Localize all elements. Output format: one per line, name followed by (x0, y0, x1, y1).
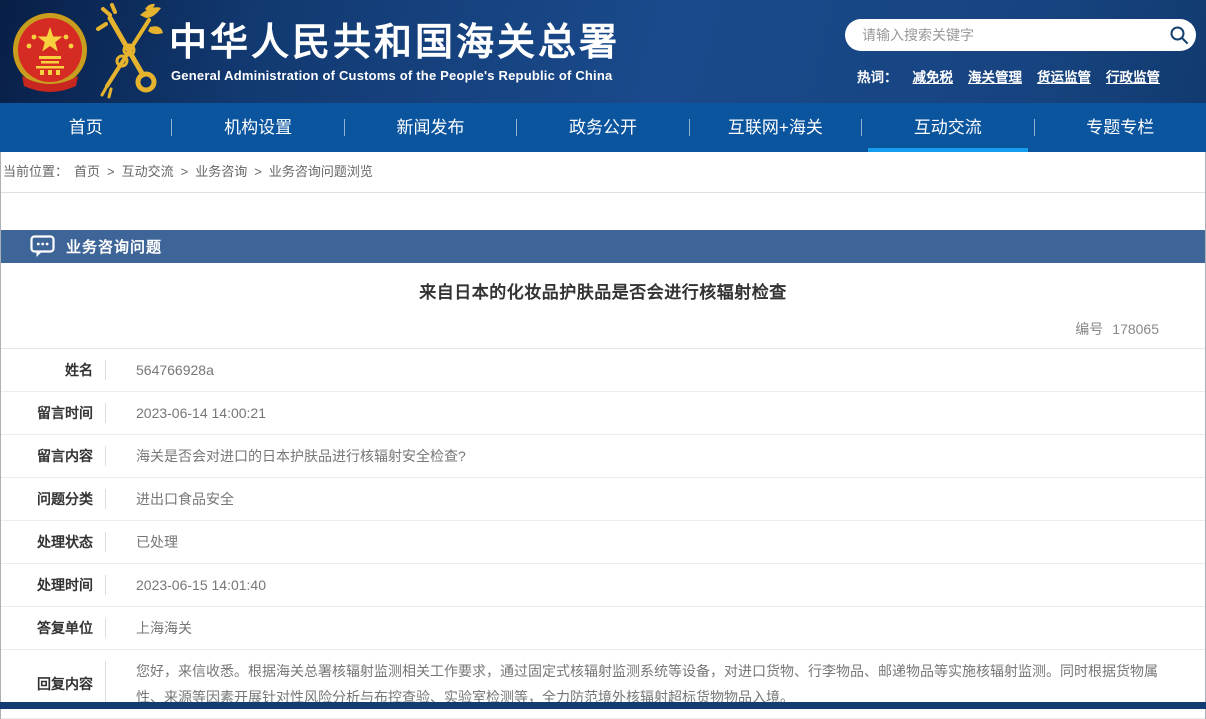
field-row: 处理时间 2023-06-15 14:01:40 (1, 564, 1205, 607)
hotword-link[interactable]: 海关管理 (968, 66, 1022, 86)
site-subtitle: General Administration of Customs of the… (171, 68, 612, 83)
field-separator (105, 618, 106, 638)
breadcrumb-separator: > (181, 164, 189, 179)
hotword-link[interactable]: 行政监管 (1106, 66, 1160, 86)
field-label: 问题分类 (1, 489, 93, 509)
field-row: 问题分类 进出口食品安全 (1, 478, 1205, 521)
field-separator (105, 532, 106, 552)
section-bar: 业务咨询问题 (1, 230, 1205, 263)
field-row: 处理状态 已处理 (1, 521, 1205, 564)
field-label: 处理时间 (1, 575, 93, 595)
search-box (845, 19, 1196, 51)
breadcrumb-label: 当前位置： (3, 164, 68, 179)
nav-item[interactable]: 互动交流 (862, 103, 1033, 152)
field-row: 姓名 564766928a (1, 349, 1205, 392)
nav-item[interactable]: 新闻发布 (345, 103, 516, 152)
field-value: 2023-06-15 14:01:40 (136, 564, 310, 606)
field-row: 留言内容 海关是否会对进口的日本护肤品进行核辐射安全检查? (1, 435, 1205, 478)
breadcrumb-link[interactable]: 互动交流 (122, 164, 174, 179)
question-number-value: 178065 (1112, 321, 1159, 337)
customs-key-logo-icon (93, 3, 163, 101)
nav-item[interactable]: 政务公开 (517, 103, 688, 152)
field-value: 进出口食品安全 (136, 478, 278, 520)
question-title: 来自日本的化妆品护肤品是否会进行核辐射检查 (1, 278, 1205, 303)
field-separator (105, 446, 106, 466)
question-number-label: 编号 (1075, 321, 1103, 337)
hotword-link[interactable]: 减免税 (913, 66, 954, 86)
bottom-border-strip (0, 702, 1206, 709)
breadcrumb-link[interactable]: 首页 (74, 164, 100, 179)
breadcrumb: 当前位置： 首页 > 互动交流 > 业务咨询 > 业务咨询问题浏览 (1, 152, 1205, 193)
field-separator (105, 360, 106, 380)
spacer (1, 193, 1205, 230)
main-nav: 首页机构设置新闻发布政务公开互联网+海关互动交流专题专栏 (0, 103, 1206, 152)
hotwords-label: 热词： (857, 66, 898, 86)
nav-item[interactable]: 专题专栏 (1035, 103, 1206, 152)
section-title: 业务咨询问题 (66, 236, 162, 257)
field-separator (105, 489, 106, 509)
detail-table: 姓名 564766928a 留言时间 2023-06-14 14:00:21 留言内容 海… (1, 349, 1205, 719)
page: 中华人民共和国海关总署 General Administration of Cu… (0, 0, 1206, 709)
field-separator (105, 403, 106, 423)
field-label: 姓名 (1, 360, 93, 380)
field-value: 上海海关 (136, 607, 236, 649)
hotword-link[interactable]: 货运监管 (1037, 66, 1091, 86)
field-label: 留言时间 (1, 403, 93, 423)
field-value: 已处理 (136, 521, 222, 563)
field-label: 处理状态 (1, 532, 93, 552)
field-row: 答复单位 上海海关 (1, 607, 1205, 650)
field-separator (105, 575, 106, 595)
field-separator (105, 661, 106, 707)
main-content: 当前位置： 首页 > 互动交流 > 业务咨询 > 业务咨询问题浏览 业务咨询问题 来自日本的化… (0, 152, 1206, 719)
nav-item[interactable]: 首页 (0, 103, 171, 152)
field-label: 回复内容 (1, 674, 93, 694)
national-emblem-icon (10, 6, 90, 98)
breadcrumb-separator: > (107, 164, 115, 179)
field-value: 海关是否会对进口的日本护肤品进行核辐射安全检查? (136, 435, 510, 477)
search-icon (1169, 25, 1189, 45)
field-label: 留言内容 (1, 446, 93, 466)
site-title: 中华人民共和国海关总署 (169, 11, 620, 66)
field-row: 留言时间 2023-06-14 14:00:21 (1, 392, 1205, 435)
site-header: 中华人民共和国海关总署 General Administration of Cu… (0, 0, 1206, 103)
question-number: 编号 178065 (1, 319, 1205, 339)
breadcrumb-separator: > (254, 164, 262, 179)
search-button[interactable] (1162, 19, 1196, 51)
nav-item[interactable]: 机构设置 (172, 103, 343, 152)
breadcrumb-link[interactable]: 业务咨询 (195, 164, 247, 179)
chat-bubble-icon (30, 235, 55, 258)
field-label: 答复单位 (1, 618, 93, 638)
breadcrumb-link: 业务咨询问题浏览 (269, 164, 373, 179)
question-title-block: 来自日本的化妆品护肤品是否会进行核辐射检查 编号 178065 (1, 263, 1205, 349)
field-value: 564766928a (136, 349, 258, 391)
search-input[interactable] (860, 26, 1162, 44)
nav-item[interactable]: 互联网+海关 (690, 103, 861, 152)
hotwords: 热词： 减免税海关管理货运监管行政监管 (857, 66, 1160, 86)
field-value: 2023-06-14 14:00:21 (136, 392, 310, 434)
